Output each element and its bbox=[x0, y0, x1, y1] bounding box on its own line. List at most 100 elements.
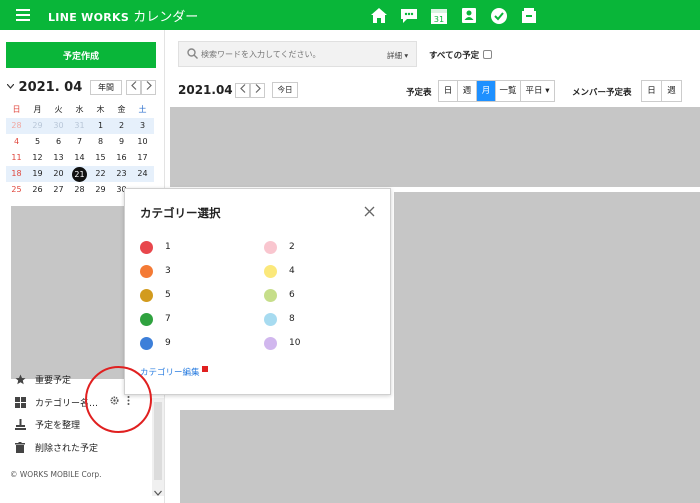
day-cell[interactable]: 4 bbox=[6, 134, 27, 150]
day-cell[interactable]: 15 bbox=[90, 150, 111, 166]
today-button[interactable]: 今日 bbox=[272, 82, 298, 98]
day-cell[interactable]: 16 bbox=[111, 150, 132, 166]
color-dot bbox=[140, 312, 153, 326]
mini-calendar-title[interactable]: 2021. 04 bbox=[6, 80, 83, 95]
category-edit-link[interactable]: カテゴリー編集 bbox=[140, 366, 208, 378]
prev-month-button[interactable] bbox=[126, 80, 141, 95]
day-cell[interactable]: 29 bbox=[90, 182, 111, 198]
view-list-button[interactable]: 一覧 bbox=[496, 81, 521, 101]
calendar-icon-label: 31 bbox=[433, 15, 443, 24]
category-option[interactable]: 8 bbox=[264, 312, 295, 326]
view-week-button[interactable]: 週 bbox=[458, 81, 477, 101]
all-schedules-filter[interactable]: すべての予定 bbox=[429, 49, 493, 61]
category-option[interactable]: 10 bbox=[264, 336, 300, 350]
category-option[interactable]: 2 bbox=[264, 240, 295, 254]
menu-organize[interactable]: 予定を整理 bbox=[14, 415, 80, 433]
view-month-button[interactable]: 月 bbox=[477, 81, 496, 101]
menu-trash[interactable]: 削除された予定 bbox=[14, 438, 98, 456]
day-cell[interactable]: 3 bbox=[132, 118, 153, 134]
day-cell[interactable]: 28 bbox=[6, 118, 27, 134]
day-cell[interactable]: 8 bbox=[90, 134, 111, 150]
day-cell[interactable]: 22 bbox=[90, 166, 111, 182]
weekday-tue: 火 bbox=[54, 105, 63, 114]
weekday-fri: 金 bbox=[117, 105, 126, 114]
hamburger-menu-icon[interactable] bbox=[16, 9, 30, 21]
category-option[interactable]: 7 bbox=[140, 312, 171, 326]
year-view-button[interactable]: 年間 bbox=[90, 80, 122, 95]
day-cell-today[interactable]: 21 bbox=[69, 166, 90, 182]
redacted-area bbox=[180, 410, 396, 503]
day-cell[interactable]: 25 bbox=[6, 182, 27, 198]
day-cell[interactable]: 11 bbox=[6, 150, 27, 166]
category-edit-label: カテゴリー編集 bbox=[140, 368, 200, 378]
category-option[interactable]: 3 bbox=[140, 264, 171, 278]
category-option[interactable]: 1 bbox=[140, 240, 171, 254]
search-input[interactable] bbox=[201, 47, 371, 62]
brand-title[interactable]: LINE WORKS カレンダー bbox=[48, 6, 198, 25]
contacts-icon[interactable] bbox=[458, 5, 479, 26]
category-label: 1 bbox=[165, 242, 171, 252]
category-label: 2 bbox=[289, 242, 295, 252]
category-label: 6 bbox=[289, 290, 295, 300]
day-cell[interactable]: 10 bbox=[132, 134, 153, 150]
next-period-button[interactable] bbox=[250, 83, 265, 98]
detail-search-button[interactable]: 詳細 ▾ bbox=[387, 50, 408, 61]
day-cell[interactable]: 28 bbox=[69, 182, 90, 198]
member-view-day-button[interactable]: 日 bbox=[642, 81, 662, 101]
prev-period-button[interactable] bbox=[235, 83, 250, 98]
view-weekday-dropdown[interactable]: 平日 ▾ bbox=[521, 81, 554, 101]
view-switcher: 日 週 月 一覧 平日 ▾ bbox=[438, 80, 555, 102]
view-day-button[interactable]: 日 bbox=[439, 81, 458, 101]
create-event-button[interactable]: 予定作成 bbox=[6, 42, 156, 68]
scrollbar-thumb[interactable] bbox=[154, 402, 162, 480]
day-cell[interactable]: 30 bbox=[48, 118, 69, 134]
category-option[interactable]: 9 bbox=[140, 336, 171, 350]
day-cell[interactable]: 19 bbox=[27, 166, 48, 182]
day-cell[interactable]: 7 bbox=[69, 134, 90, 150]
message-icon[interactable] bbox=[398, 5, 419, 26]
sidebar-scrollbar[interactable] bbox=[152, 398, 164, 496]
day-cell[interactable]: 20 bbox=[48, 166, 69, 182]
close-icon[interactable] bbox=[363, 205, 376, 218]
category-option[interactable]: 6 bbox=[264, 288, 295, 302]
day-cell[interactable]: 24 bbox=[132, 166, 153, 182]
color-dot bbox=[140, 288, 153, 302]
calendar-icon[interactable]: 31 bbox=[428, 5, 449, 26]
day-cell[interactable]: 29 bbox=[27, 118, 48, 134]
weekday-sun: 日 bbox=[12, 105, 21, 114]
day-cell[interactable]: 5 bbox=[27, 134, 48, 150]
day-cell[interactable]: 18 bbox=[6, 166, 27, 182]
member-view-week-button[interactable]: 週 bbox=[662, 81, 681, 101]
menu-category[interactable]: カテゴリー名… bbox=[14, 393, 130, 411]
day-cell[interactable]: 1 bbox=[90, 118, 111, 134]
gear-icon[interactable] bbox=[110, 396, 119, 408]
top-bar: LINE WORKS カレンダー 31 bbox=[0, 0, 700, 30]
color-dot bbox=[264, 264, 277, 278]
more-vertical-icon[interactable] bbox=[127, 396, 130, 408]
mini-calendar-title-text: 2021. 04 bbox=[18, 80, 83, 95]
settings-icon[interactable] bbox=[483, 50, 493, 59]
day-cell[interactable]: 13 bbox=[48, 150, 69, 166]
category-option[interactable]: 5 bbox=[140, 288, 171, 302]
day-cell[interactable]: 6 bbox=[48, 134, 69, 150]
category-option[interactable]: 4 bbox=[264, 264, 295, 278]
current-month-title: 2021.04 bbox=[178, 83, 233, 97]
chevron-right-icon bbox=[255, 84, 261, 93]
chevron-down-icon[interactable] bbox=[154, 490, 162, 496]
next-month-button[interactable] bbox=[141, 80, 156, 95]
menu-important[interactable]: 重要予定 bbox=[14, 370, 71, 388]
mini-calendar: 日 月 火 水 木 金 土 28 29 30 31 1 2 3 4 5 6 7 … bbox=[6, 102, 154, 198]
day-cell[interactable]: 23 bbox=[111, 166, 132, 182]
day-cell[interactable]: 31 bbox=[69, 118, 90, 134]
task-icon[interactable] bbox=[488, 5, 509, 26]
app-name: カレンダー bbox=[133, 10, 199, 25]
drive-icon[interactable] bbox=[518, 5, 539, 26]
home-icon[interactable] bbox=[368, 5, 389, 26]
day-cell[interactable]: 27 bbox=[48, 182, 69, 198]
day-cell[interactable]: 2 bbox=[111, 118, 132, 134]
day-cell[interactable]: 26 bbox=[27, 182, 48, 198]
day-cell[interactable]: 14 bbox=[69, 150, 90, 166]
day-cell[interactable]: 12 bbox=[27, 150, 48, 166]
day-cell[interactable]: 9 bbox=[111, 134, 132, 150]
day-cell[interactable]: 17 bbox=[132, 150, 153, 166]
